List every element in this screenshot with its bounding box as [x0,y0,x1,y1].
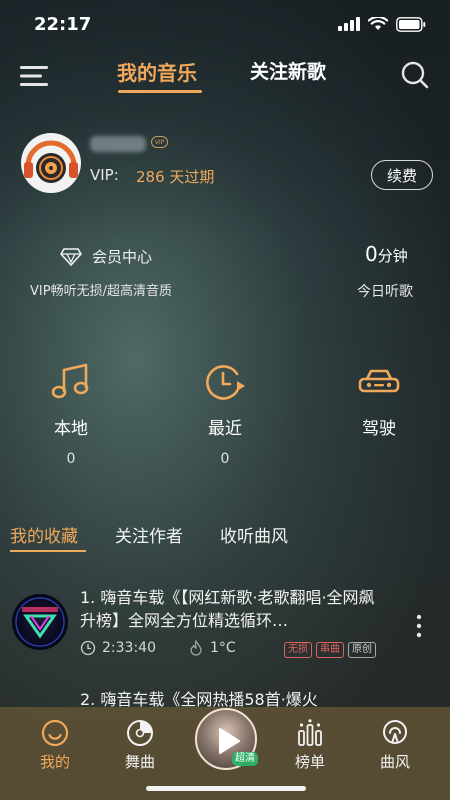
disc-icon [127,720,153,746]
signal-icon [338,17,360,31]
avatar[interactable] [20,132,82,194]
more-options-icon[interactable] [414,614,424,638]
menu-icon[interactable] [20,64,48,88]
vip-label: VIP: [90,166,119,184]
quick-drive[interactable]: 驾驶 [329,362,429,451]
chart-icon [298,719,322,746]
tab-listened-styles[interactable]: 收听曲风 [220,522,288,547]
bottom-nav-mine[interactable]: 我的 [20,719,90,772]
top-nav: 我的音乐 关注新歌 [0,48,450,110]
quality-badge: 超清 [232,752,258,766]
quick-drive-label: 驾驶 [362,419,396,439]
cover-art-icon [15,597,65,647]
profile-section: VIP VIP: 286 天过期 续费 [0,128,450,208]
song-duration: 2:33:40 [102,640,156,656]
song-meta: 2:33:40 1°C [80,640,236,656]
bottom-nav-charts-label: 榜单 [294,753,325,771]
listening-minutes: 0分钟 [365,242,408,266]
quick-local[interactable]: 本地 0 [21,362,121,467]
bottom-nav-styles-label: 曲风 [379,753,410,771]
listening-minutes-label: 今日听歌 [357,284,413,300]
song-cover [12,594,68,650]
quick-recent-count: 0 [220,451,230,467]
smile-icon [41,719,69,747]
song-heat: 1°C [209,640,236,656]
bottom-nav-dance-label: 舞曲 [124,753,155,771]
wifi-icon [368,17,388,30]
quick-actions: 本地 0 最近 0 驾驶 [0,362,450,472]
member-center-section[interactable]: 会员中心 VIP畅听无损/超高清音质 0分钟 今日听歌 [0,240,450,310]
radar-icon [383,720,407,744]
quick-local-label: 本地 [54,419,88,439]
vip-badge: VIP [151,136,168,148]
quick-recent-label: 最近 [208,419,242,439]
car-icon [358,369,400,393]
bottom-nav-mine-label: 我的 [39,753,70,771]
member-center-title: 会员中心 [92,248,153,266]
tag-medley: 串曲 [316,642,344,658]
song-item[interactable]: 1. 嗨音车载《【网红新歌·老歌翻唱·全网飙升榜】全网全方位精选循环… 2:33… [0,586,450,666]
listening-minutes-value: 0 [365,242,378,266]
status-icons [338,16,426,32]
tab-my-music[interactable]: 我的音乐 [117,57,197,86]
collection-tabs: 我的收藏 关注作者 收听曲风 [0,520,450,560]
member-center-subtitle: VIP畅听无损/超高清音质 [30,284,172,299]
battery-icon [396,16,426,32]
play-icon[interactable] [217,727,241,755]
song-tags: 无损 串曲 原创 [284,642,376,658]
listening-minutes-unit: 分钟 [377,247,408,265]
bottom-nav-styles[interactable]: 曲风 [360,719,430,772]
tab-followed-authors[interactable]: 关注作者 [115,522,183,547]
tag-original: 原创 [348,642,376,658]
bottom-nav-charts[interactable]: 榜单 [275,719,345,772]
search-icon[interactable] [400,60,430,90]
home-indicator [146,786,306,791]
collection-tab-indicator [10,550,86,552]
quick-recent[interactable]: 最近 0 [175,362,275,467]
diamond-icon [60,248,82,266]
status-bar: 22:17 [0,0,450,48]
bottom-nav-dance[interactable]: 舞曲 [105,719,175,772]
clock-icon [80,640,96,656]
clock-play-icon [206,365,245,400]
tab-my-favorites[interactable]: 我的收藏 [10,522,78,547]
music-note-icon [51,363,89,399]
tab-active-indicator [118,90,202,93]
status-time: 22:17 [34,13,92,35]
username-blurred [90,136,146,152]
song-title: 1. 嗨音车载《【网红新歌·老歌翻唱·全网飙升榜】全网全方位精选循环… [80,588,375,630]
tag-lossless: 无损 [284,642,312,658]
renew-button[interactable]: 续费 [371,160,433,190]
tab-follow-new-songs[interactable]: 关注新歌 [250,57,326,84]
flame-icon [190,640,202,656]
quick-local-count: 0 [66,451,76,467]
vip-expiry: 286 天过期 [136,168,215,186]
